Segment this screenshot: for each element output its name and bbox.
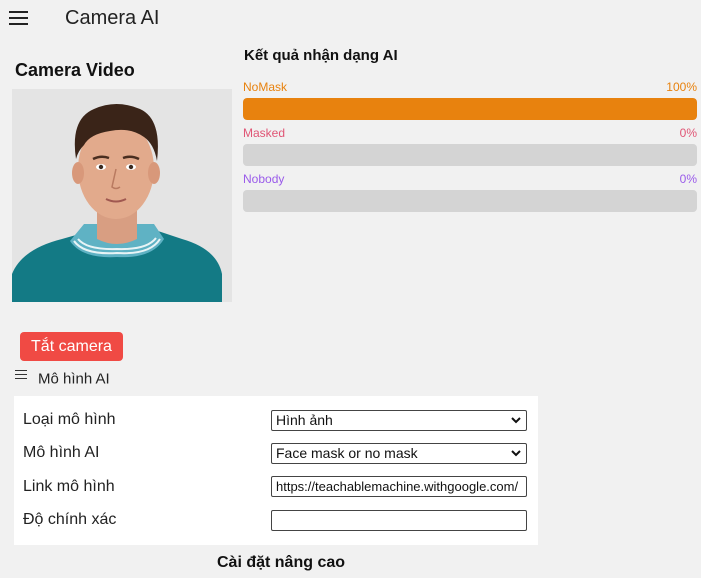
result-percent: 0% — [679, 172, 697, 186]
hamburger-menu-icon[interactable] — [9, 11, 28, 25]
result-nomask: NoMask 100% — [243, 80, 697, 120]
model-link-input[interactable]: https://teachablemachine.withgoogle.com/ — [271, 476, 527, 497]
ai-model-section-label: Mô hình AI — [38, 370, 110, 388]
results-title: Kết quả nhận dạng AI — [244, 47, 398, 64]
result-progress-fill — [243, 98, 697, 120]
accuracy-label: Độ chính xác — [23, 511, 117, 528]
list-icon — [15, 367, 27, 382]
ai-model-label: Mô hình AI — [23, 444, 100, 461]
chevron-down-icon — [511, 417, 521, 424]
result-label: Masked — [243, 126, 286, 140]
ai-model-value: Face mask or no mask — [276, 445, 418, 461]
person-portrait-photo — [12, 89, 232, 302]
result-progress-bar — [243, 144, 697, 166]
result-percent: 100% — [666, 80, 697, 94]
result-progress-bar — [243, 98, 697, 120]
chevron-down-icon — [511, 450, 521, 457]
accuracy-input[interactable] — [271, 510, 527, 531]
result-masked: Masked 0% — [243, 126, 697, 166]
result-label: Nobody — [243, 172, 285, 186]
result-progress-bar — [243, 190, 697, 212]
model-link-label: Link mô hình — [23, 478, 115, 495]
result-percent: 0% — [679, 126, 697, 140]
app-header: Camera AI — [0, 0, 701, 38]
ai-model-section-toggle[interactable]: Mô hình AI — [15, 369, 110, 388]
ai-model-panel: Loại mô hình Hình ảnh Mô hình AI Face ma… — [14, 396, 538, 545]
camera-video-title: Camera Video — [15, 60, 135, 80]
turn-off-camera-button[interactable]: Tắt camera — [20, 332, 123, 361]
model-type-value: Hình ảnh — [276, 412, 333, 428]
advanced-settings-heading[interactable]: Cài đặt nâng cao — [0, 554, 562, 572]
ai-model-select[interactable]: Face mask or no mask — [271, 443, 527, 464]
model-type-label: Loại mô hình — [23, 411, 116, 428]
model-type-select[interactable]: Hình ảnh — [271, 410, 527, 431]
result-nobody: Nobody 0% — [243, 172, 697, 212]
camera-video-feed — [12, 89, 232, 302]
app-title: Camera AI — [65, 7, 160, 29]
result-label: NoMask — [243, 80, 288, 94]
